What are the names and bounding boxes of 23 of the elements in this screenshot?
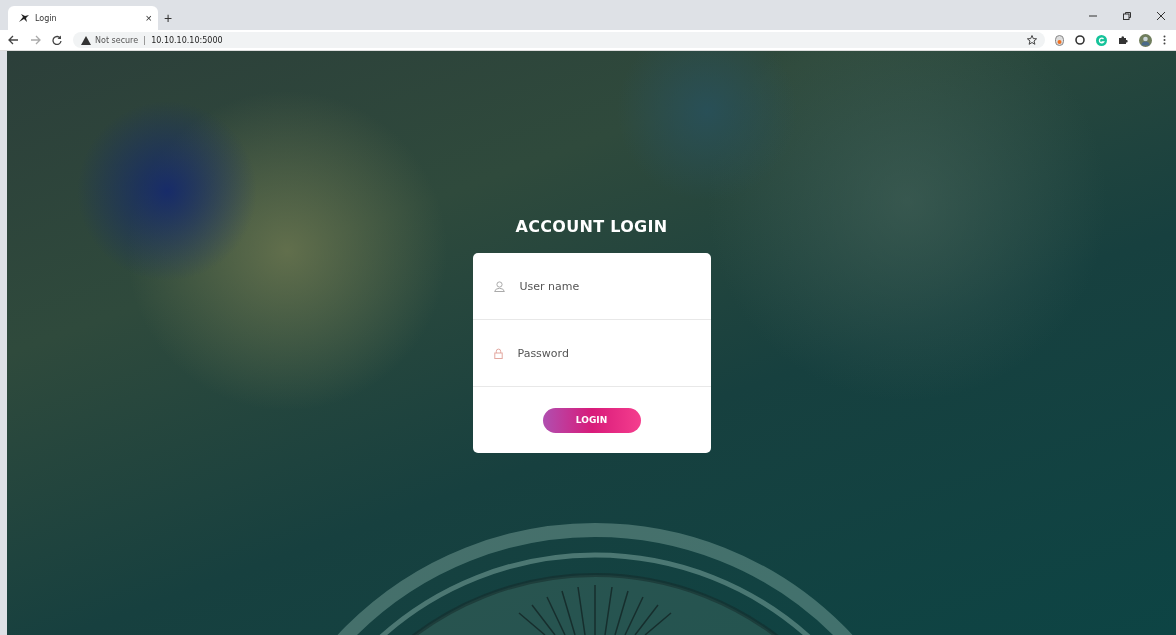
extension-icon[interactable] <box>1075 35 1085 45</box>
reload-icon[interactable] <box>52 35 62 45</box>
password-field[interactable]: Password <box>517 344 688 362</box>
page-heading: ACCOUNT LOGIN <box>515 217 668 236</box>
security-label: Not secure <box>95 35 139 45</box>
browser-tab[interactable]: Login × <box>8 6 158 30</box>
warning-icon <box>81 35 91 45</box>
back-arrow-icon[interactable] <box>8 35 19 45</box>
new-tab-button[interactable]: + <box>164 10 173 26</box>
puzzle-icon[interactable] <box>1118 35 1128 45</box>
url-text: 10.10.10.10:5000 <box>151 35 223 45</box>
login-button[interactable]: LOGIN <box>542 407 641 433</box>
close-icon[interactable] <box>1156 11 1166 21</box>
close-tab-button[interactable]: × <box>145 12 152 24</box>
menu-icon[interactable] <box>1163 35 1166 45</box>
star-icon[interactable] <box>1027 35 1037 45</box>
user-icon <box>493 280 505 292</box>
username-field[interactable]: User name <box>519 277 690 295</box>
avatar-icon[interactable] <box>1139 33 1152 47</box>
restore-icon[interactable] <box>1122 11 1132 21</box>
lock-icon <box>493 347 503 359</box>
tab-title: Login <box>35 13 58 23</box>
address-bar[interactable]: Not secure 10.10.10.10:5000 <box>73 32 1045 48</box>
